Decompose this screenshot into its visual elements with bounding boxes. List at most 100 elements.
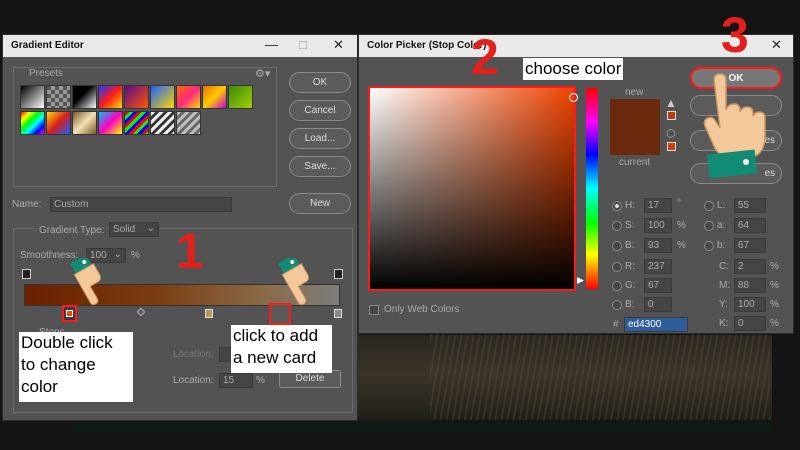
preset-swatch[interactable]: [98, 111, 123, 135]
blue-label: B:: [625, 299, 635, 310]
gradient-type-value: Solid: [113, 224, 136, 235]
hue-radio[interactable]: [612, 201, 622, 211]
cyan-label: C:: [719, 261, 729, 272]
location-label-top: Location:: [173, 349, 214, 360]
gamut-warning-swatch[interactable]: [667, 111, 676, 120]
pointing-hand-icon: [703, 73, 766, 179]
magenta-label: M:: [719, 280, 731, 291]
preset-swatch[interactable]: [20, 85, 45, 109]
preset-swatch[interactable]: [72, 111, 97, 135]
a-channel-input[interactable]: 64: [734, 218, 766, 233]
current-color-swatch[interactable]: [610, 133, 660, 155]
preset-swatch[interactable]: [98, 85, 123, 109]
cyan-unit: %: [770, 261, 779, 272]
pointing-hand-icon: [278, 258, 309, 306]
lightness-input[interactable]: 55: [734, 198, 766, 213]
minimize-icon[interactable]: —: [265, 37, 278, 52]
saturation-input[interactable]: 100: [644, 218, 672, 233]
chevron-down-icon: ⌄: [113, 249, 122, 260]
opacity-stop-right[interactable]: [334, 269, 343, 279]
only-web-colors-checkbox[interactable]: [369, 305, 379, 315]
preset-swatch[interactable]: [176, 111, 201, 135]
gear-icon[interactable]: ⚙▾: [255, 67, 270, 80]
preset-swatch[interactable]: [72, 85, 97, 109]
key-label: K:: [719, 318, 729, 329]
saturation-radio[interactable]: [612, 221, 622, 231]
presets-label: Presets: [29, 68, 63, 79]
location-label: Location:: [173, 375, 214, 386]
brightness-unit: %: [677, 240, 686, 251]
color-field-cursor[interactable]: [569, 93, 578, 102]
warning-icon[interactable]: ▲: [665, 96, 677, 110]
gradient-editor-title: Gradient Editor: [11, 40, 84, 51]
close-icon[interactable]: ✕: [333, 37, 344, 53]
b-channel-radio[interactable]: [704, 241, 714, 251]
brightness-label: B:: [625, 240, 635, 251]
lightness-label: L:: [717, 200, 726, 211]
cancel-button[interactable]: Cancel: [289, 100, 351, 121]
a-channel-radio[interactable]: [704, 221, 714, 231]
name-input[interactable]: Custom: [50, 197, 232, 212]
b-channel-input[interactable]: 67: [734, 238, 766, 253]
preset-swatch[interactable]: [176, 85, 201, 109]
key-input[interactable]: 0: [734, 316, 766, 331]
opacity-stop-left[interactable]: [22, 269, 31, 279]
location-unit: %: [256, 375, 265, 386]
green-input[interactable]: 67: [644, 278, 672, 293]
blue-radio[interactable]: [612, 300, 622, 310]
ok-button[interactable]: OK: [289, 72, 351, 93]
preset-swatch[interactable]: [150, 111, 175, 135]
hex-input[interactable]: ed4300: [624, 317, 688, 332]
preset-swatch[interactable]: [202, 85, 227, 109]
color-stop-right[interactable]: [334, 309, 342, 318]
step-3-number: 3: [721, 7, 749, 63]
hue-slider-handle[interactable]: [577, 277, 584, 284]
b-channel-label: b:: [717, 240, 726, 251]
close-icon[interactable]: ✕: [771, 37, 782, 53]
load-button[interactable]: Load...: [289, 128, 351, 149]
preset-swatch[interactable]: [46, 85, 71, 109]
preset-swatch[interactable]: [20, 111, 45, 135]
current-label: current: [619, 157, 651, 168]
yellow-input[interactable]: 100: [734, 297, 766, 312]
new-label: new: [625, 87, 644, 98]
web-safe-swatch[interactable]: [667, 142, 676, 151]
green-radio[interactable]: [612, 281, 622, 291]
new-color-swatch: [610, 99, 660, 133]
preset-swatch[interactable]: [46, 111, 71, 135]
magenta-input[interactable]: 88: [734, 278, 766, 293]
maximize-icon[interactable]: □: [299, 37, 307, 52]
note-choose-color: choose color: [523, 58, 624, 80]
hue-input[interactable]: 17: [644, 198, 672, 213]
cube-icon[interactable]: ⬡: [666, 127, 676, 140]
preset-swatch[interactable]: [228, 85, 253, 109]
color-picker-title: Color Picker (Stop Color): [367, 40, 487, 51]
hue-slider[interactable]: [586, 88, 598, 289]
saturation-label: S:: [625, 220, 635, 231]
blue-input[interactable]: 0: [644, 297, 672, 312]
red-input[interactable]: 237: [644, 259, 672, 274]
red-radio[interactable]: [612, 262, 622, 272]
note-add-card: click to add a new card: [231, 325, 332, 373]
cyan-input[interactable]: 2: [734, 259, 766, 274]
brightness-radio[interactable]: [612, 241, 622, 251]
yellow-label: Y:: [719, 299, 728, 310]
preset-swatch[interactable]: [124, 85, 149, 109]
only-web-colors-label: Only Web Colors: [384, 304, 460, 315]
save-button[interactable]: Save...: [289, 156, 351, 177]
new-button[interactable]: New: [289, 193, 351, 214]
smoothness-unit: %: [131, 250, 140, 261]
magenta-unit: %: [770, 280, 779, 291]
brightness-input[interactable]: 93: [644, 238, 672, 253]
yellow-unit: %: [770, 299, 779, 310]
red-label: R:: [625, 261, 635, 272]
location-input[interactable]: 15: [219, 373, 253, 388]
key-unit: %: [770, 318, 779, 329]
preset-swatch[interactable]: [150, 85, 175, 109]
color-stop-middle[interactable]: [205, 309, 213, 318]
lightness-radio[interactable]: [704, 201, 714, 211]
gradient-type-select[interactable]: Solid ⌄: [109, 222, 159, 237]
preset-swatch[interactable]: [124, 111, 149, 135]
color-field[interactable]: [368, 86, 578, 291]
gradient-type-label: Gradient Type:: [36, 225, 108, 236]
